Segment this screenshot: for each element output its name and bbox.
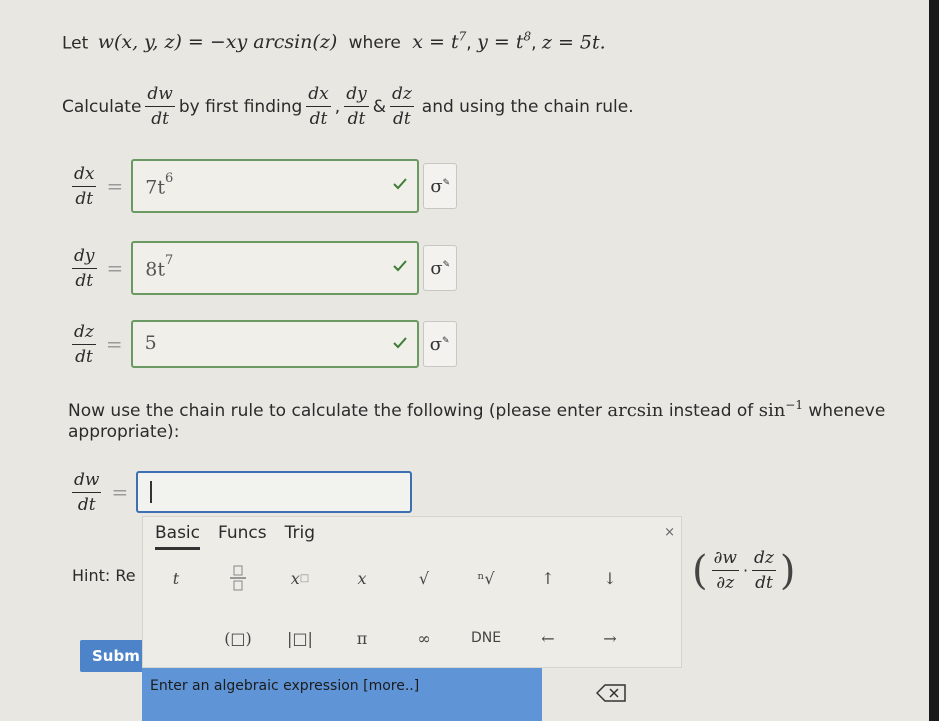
key-parentheses[interactable]: (□) xyxy=(207,617,269,659)
check-icon xyxy=(393,260,408,272)
dx-dt-value: 7t6 xyxy=(145,171,174,199)
calculate-label: Calculate xyxy=(62,96,142,117)
sigma-preview-icon: σ✎ xyxy=(430,175,451,197)
backspace-icon[interactable] xyxy=(596,684,626,702)
sigma-preview-button[interactable]: σ✎ xyxy=(422,321,457,367)
math-palette: Basic Funcs Trig × t x □ x √ ⁿ√ ↑ ↓ (□) |… xyxy=(142,516,682,668)
dx-dt-label: dx dt xyxy=(72,163,97,209)
dy-dt-value: 8t7 xyxy=(145,253,174,281)
check-icon xyxy=(393,178,407,190)
dx-dt-input[interactable]: 7t6 xyxy=(131,159,420,213)
dy-dt-fraction: dy dt xyxy=(344,84,369,129)
dz-dt-fraction: dz dt xyxy=(389,84,414,129)
sigma-preview-button[interactable]: σ✎ xyxy=(423,163,458,209)
dz-dt-row: dz dt = 5 σ✎ xyxy=(68,314,457,374)
dw-dt-fraction: dw dt xyxy=(145,84,175,129)
key-t[interactable]: t xyxy=(145,557,207,599)
instruction-line: Calculate dw dt by first finding dx dt , d… xyxy=(62,84,634,129)
key-fraction[interactable] xyxy=(207,557,269,599)
dw-dt-input[interactable] xyxy=(136,471,413,513)
by-first-finding-label: by first finding xyxy=(178,96,303,117)
dz-dt-label: dz dt xyxy=(72,321,96,367)
key-x[interactable]: x xyxy=(331,557,393,599)
dy-dt-input[interactable]: 8t7 xyxy=(131,241,420,295)
key-down-arrow[interactable]: ↓ xyxy=(579,557,641,599)
dz-dt-partial-fraction: dz dt xyxy=(752,548,776,593)
key-absolute-value[interactable]: |□| xyxy=(269,617,331,659)
tab-funcs[interactable]: Funcs xyxy=(218,523,267,550)
text-cursor xyxy=(150,481,153,503)
param-x: x = t7 xyxy=(412,30,467,54)
key-pi[interactable]: π xyxy=(331,617,393,659)
let-label: Let xyxy=(62,33,89,54)
dz-dt-value: 5 xyxy=(144,332,157,354)
dy-dt-row: dy dt = 8t7 σ✎ xyxy=(68,238,458,298)
chain-rule-label: and using the chain rule. xyxy=(421,96,634,117)
expression-hint-bar[interactable]: Enter an algebraic expression [more..] xyxy=(142,668,542,721)
key-nth-root[interactable]: ⁿ√ xyxy=(455,557,517,599)
partial-product-display: ( ∂w ∂z · dz dt ) xyxy=(692,547,796,594)
tab-trig[interactable]: Trig xyxy=(285,523,315,550)
where-label: where xyxy=(348,33,401,54)
dw-dt-label: dw dt xyxy=(72,469,102,515)
check-icon xyxy=(392,337,407,349)
key-infinity[interactable]: ∞ xyxy=(393,617,455,659)
hint-text: Hint: Re xyxy=(72,566,136,585)
fraction-icon xyxy=(230,565,246,591)
chain-rule-prompt: Now use the chain rule to calculate the … xyxy=(68,398,886,421)
dw-dt-row: dw dt = xyxy=(68,462,413,522)
dw-dz-fraction: ∂w ∂z xyxy=(711,548,739,593)
key-dne[interactable]: DNE xyxy=(455,617,517,659)
dx-dt-fraction: dx dt xyxy=(306,84,331,129)
key-right-arrow[interactable]: → xyxy=(579,617,641,659)
sigma-preview-icon: σ✎ xyxy=(429,333,450,355)
key-up-arrow[interactable]: ↑ xyxy=(517,557,579,599)
key-power[interactable]: x □ xyxy=(269,557,331,599)
dx-dt-row: dx dt = 7t6 σ✎ xyxy=(68,156,458,216)
key-sqrt[interactable]: √ xyxy=(393,557,455,599)
dy-dt-label: dy dt xyxy=(72,245,97,291)
palette-close-icon[interactable]: × xyxy=(664,525,675,540)
param-y: y = t8 xyxy=(477,30,532,54)
window-edge xyxy=(929,0,939,721)
arcsin-term: arcsin xyxy=(607,400,664,421)
key-left-arrow[interactable]: ← xyxy=(517,617,579,659)
param-z: z = 5t. xyxy=(541,31,606,54)
appropriate-label: appropriate): xyxy=(68,422,180,442)
problem-statement: Let w(x, y, z) = −xy arcsin(z) where x =… xyxy=(62,30,606,54)
dz-dt-input[interactable]: 5 xyxy=(130,320,419,368)
palette-tabs: Basic Funcs Trig xyxy=(155,523,315,550)
sin-inverse-term: sin−1 xyxy=(758,398,803,421)
tab-basic[interactable]: Basic xyxy=(155,523,201,550)
sigma-preview-icon: σ✎ xyxy=(430,257,451,279)
function-definition: w(x, y, z) = −xy arcsin(z) xyxy=(97,31,338,54)
sigma-preview-button[interactable]: σ✎ xyxy=(423,245,458,291)
